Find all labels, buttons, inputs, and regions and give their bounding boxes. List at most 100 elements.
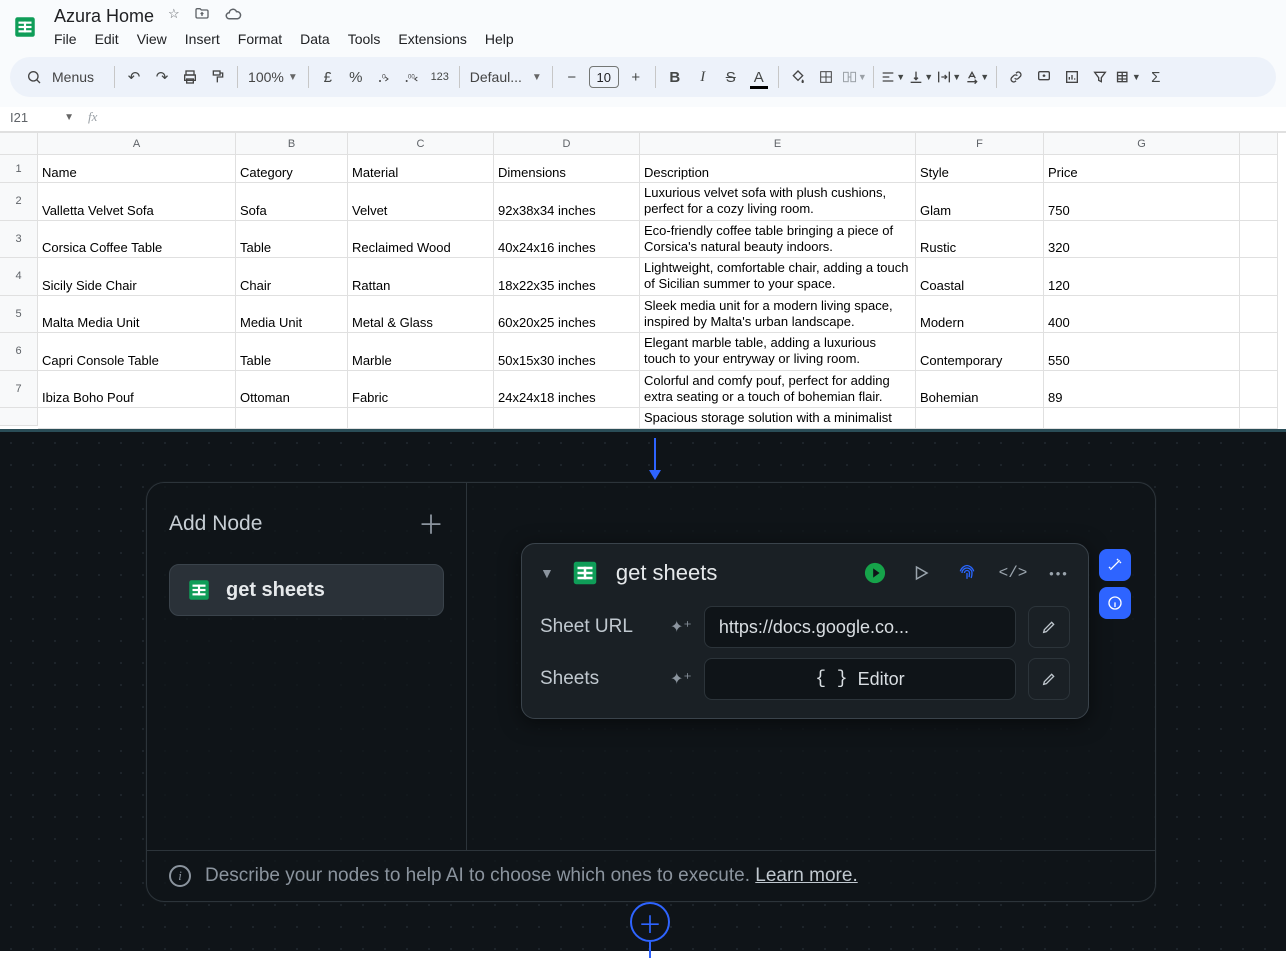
cell[interactable]: 400 (1044, 296, 1240, 334)
cell[interactable]: 92x38x34 inches (494, 183, 640, 221)
cell[interactable] (1240, 155, 1278, 183)
cell[interactable] (1240, 333, 1278, 371)
cell[interactable]: 120 (1044, 258, 1240, 296)
cell[interactable]: Velvet (348, 183, 494, 221)
node-card-title[interactable]: get sheets (616, 560, 848, 586)
cell[interactable]: Description (640, 155, 916, 183)
menu-file[interactable]: File (54, 31, 77, 47)
cell[interactable]: Category (236, 155, 348, 183)
col-header[interactable]: B (236, 133, 348, 155)
text-wrap-button[interactable]: ▼ (936, 64, 962, 90)
cell[interactable]: Eco-friendly coffee table bringing a pie… (640, 221, 916, 259)
magic-wand-button[interactable] (1099, 549, 1131, 581)
cell[interactable]: Table (236, 333, 348, 371)
cell[interactable]: 40x24x16 inches (494, 221, 640, 259)
cell[interactable]: 550 (1044, 333, 1240, 371)
row-header[interactable]: 2 (0, 183, 38, 221)
menu-tools[interactable]: Tools (348, 31, 381, 47)
ai-sparkle-icon[interactable]: ✦⁺ (670, 617, 692, 637)
cell[interactable]: Sleek media unit for a modern living spa… (640, 296, 916, 334)
borders-button[interactable] (813, 64, 839, 90)
cell[interactable]: Bohemian (916, 371, 1044, 409)
fill-color-button[interactable] (785, 64, 811, 90)
col-header[interactable]: A (38, 133, 236, 155)
cell[interactable]: Contemporary (916, 333, 1044, 371)
increase-decimal-icon[interactable]: 00 (399, 64, 425, 90)
col-header[interactable]: E (640, 133, 916, 155)
cell[interactable]: Media Unit (236, 296, 348, 334)
cell[interactable]: Ottoman (236, 371, 348, 409)
col-header[interactable]: F (916, 133, 1044, 155)
cell[interactable]: Metal & Glass (348, 296, 494, 334)
cell[interactable] (1240, 371, 1278, 409)
menu-data[interactable]: Data (300, 31, 330, 47)
sheet-url-input[interactable]: https://docs.google.co... (704, 606, 1016, 648)
col-header[interactable]: D (494, 133, 640, 155)
cell[interactable]: Colorful and comfy pouf, perfect for add… (640, 371, 916, 409)
cell[interactable] (1240, 296, 1278, 334)
cell[interactable]: 89 (1044, 371, 1240, 409)
cell[interactable]: 50x15x30 inches (494, 333, 640, 371)
cell[interactable]: Rustic (916, 221, 1044, 259)
strikethrough-button[interactable]: S (718, 64, 744, 90)
cell[interactable] (1240, 408, 1278, 429)
filter-icon[interactable] (1087, 64, 1113, 90)
col-header-empty[interactable] (1240, 133, 1278, 155)
more-dots-icon[interactable]: ••• (1048, 562, 1070, 584)
cell[interactable]: Lightweight, comfortable chair, adding a… (640, 258, 916, 296)
cell[interactable] (1240, 221, 1278, 259)
insert-comment-icon[interactable] (1031, 64, 1057, 90)
zoom-select[interactable]: 100%▼ (244, 69, 302, 85)
cell[interactable]: Corsica Coffee Table (38, 221, 236, 259)
run-play-icon[interactable] (864, 562, 886, 584)
select-all-cell[interactable] (0, 133, 38, 155)
add-node-circle-button[interactable]: ＋ (630, 902, 670, 942)
cell[interactable]: Coastal (916, 258, 1044, 296)
menu-extensions[interactable]: Extensions (398, 31, 466, 47)
menu-format[interactable]: Format (238, 31, 282, 47)
learn-more-link[interactable]: Learn more. (755, 865, 857, 886)
cell[interactable] (38, 408, 236, 429)
functions-sigma-icon[interactable]: Σ (1143, 64, 1169, 90)
text-rotation-button[interactable]: ▼ (964, 64, 990, 90)
cell[interactable]: Dimensions (494, 155, 640, 183)
edit-sheets-button[interactable] (1028, 658, 1070, 700)
row-header[interactable] (0, 408, 38, 426)
cell[interactable]: Table (236, 221, 348, 259)
cell[interactable]: Malta Media Unit (38, 296, 236, 334)
cell[interactable]: Chair (236, 258, 348, 296)
menu-view[interactable]: View (137, 31, 167, 47)
node-list-item[interactable]: get sheets (169, 564, 444, 616)
add-node-plus-icon[interactable]: ＋ (418, 505, 444, 542)
row-header[interactable]: 4 (0, 258, 38, 296)
document-title[interactable]: Azura Home (54, 6, 154, 27)
paint-format-icon[interactable] (205, 64, 231, 90)
currency-button[interactable]: £ (315, 64, 341, 90)
collapse-chevron-icon[interactable]: ▼ (540, 565, 554, 581)
cell[interactable]: Modern (916, 296, 1044, 334)
cell[interactable]: Marble (348, 333, 494, 371)
percent-button[interactable]: % (343, 64, 369, 90)
row-header[interactable]: 5 (0, 296, 38, 334)
workflow-canvas[interactable]: Add Node ＋ get sheets ▼ get sheets (0, 429, 1286, 951)
info-button[interactable] (1099, 587, 1131, 619)
menu-help[interactable]: Help (485, 31, 514, 47)
merge-cells-button[interactable]: ▼ (841, 64, 867, 90)
increase-font-icon[interactable]: + (623, 64, 649, 90)
cell[interactable]: Reclaimed Wood (348, 221, 494, 259)
col-header[interactable]: G (1044, 133, 1240, 155)
fingerprint-icon[interactable] (956, 562, 978, 584)
cell[interactable] (494, 408, 640, 429)
row-header[interactable]: 6 (0, 333, 38, 371)
cell[interactable]: Sicily Side Chair (38, 258, 236, 296)
cell[interactable]: 750 (1044, 183, 1240, 221)
cell[interactable]: Luxurious velvet sofa with plush cushion… (640, 183, 916, 221)
cell[interactable]: 320 (1044, 221, 1240, 259)
cell[interactable] (1044, 408, 1240, 429)
cell[interactable]: Capri Console Table (38, 333, 236, 371)
italic-button[interactable]: I (690, 64, 716, 90)
cell[interactable]: Price (1044, 155, 1240, 183)
cell[interactable]: Name (38, 155, 236, 183)
move-folder-icon[interactable] (194, 6, 210, 27)
decrease-font-icon[interactable]: − (559, 64, 585, 90)
